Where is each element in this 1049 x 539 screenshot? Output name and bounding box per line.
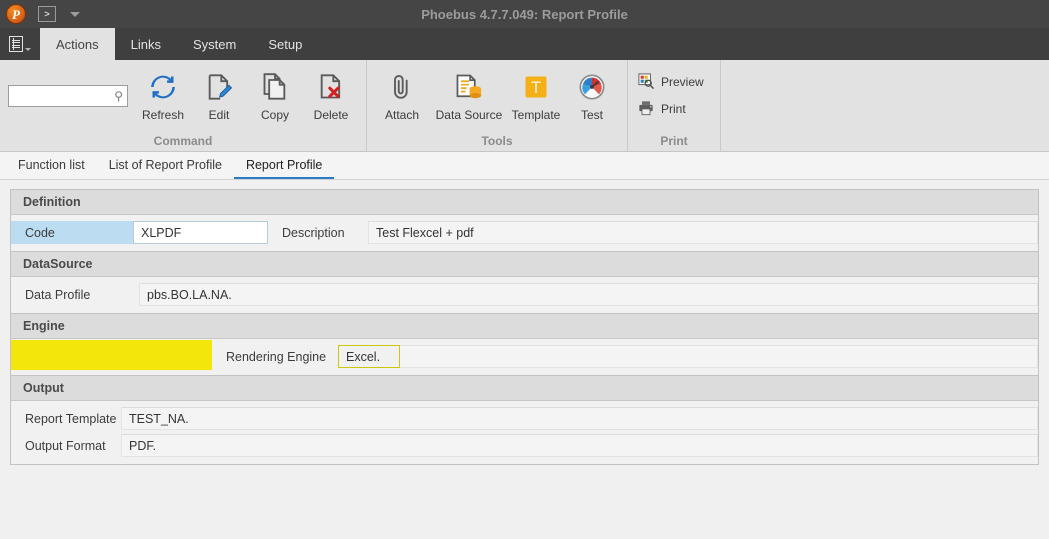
tab-function-list[interactable]: Function list — [6, 152, 97, 179]
data-source-button[interactable]: Data Source — [431, 69, 507, 122]
template-label: Template — [511, 108, 561, 122]
chevron-down-icon — [25, 48, 31, 51]
menu-item-links[interactable]: Links — [115, 28, 177, 60]
search-icon: ⚲ — [114, 88, 123, 103]
ribbon-group-print-label: Print — [660, 134, 688, 148]
section-output-title: Output — [11, 376, 1038, 401]
data-source-label: Data Source — [435, 108, 503, 122]
attach-button[interactable]: Attach — [375, 69, 429, 122]
document-menu-button[interactable] — [0, 28, 40, 60]
copy-label: Copy — [260, 108, 289, 122]
print-button[interactable]: Print — [638, 100, 710, 119]
report-template-label: Report Template — [25, 411, 117, 426]
field-row-data-profile: Data Profile pbs.BO.LA.NA. — [11, 281, 1038, 308]
report-template-input[interactable]: TEST_NA. — [121, 407, 1038, 430]
field-row-rendering-engine: Rendering Engine Excel. — [11, 339, 1038, 370]
field-row-output-format: Output Format PDF. — [11, 432, 1038, 459]
test-icon — [578, 71, 606, 103]
template-icon: T — [522, 71, 550, 103]
ribbon-toolbar: ⚲ Refresh Edit Copy Delete Command Attac… — [0, 60, 1049, 152]
form-area: Definition Code XLPDF Description Test F… — [0, 180, 1049, 529]
window-title: Phoebus 4.7.7.049: Report Profile — [421, 6, 628, 22]
section-definition: Definition Code XLPDF Description Test F… — [10, 189, 1039, 251]
svg-text:T: T — [531, 79, 541, 97]
refresh-label: Refresh — [141, 108, 185, 122]
delete-button[interactable]: Delete — [304, 69, 358, 122]
edit-icon — [205, 71, 233, 103]
preview-label: Preview — [661, 75, 704, 89]
edit-label: Edit — [208, 108, 230, 122]
highlight-annotation-engine — [11, 339, 212, 370]
app-logo-icon: P — [6, 4, 26, 24]
template-button[interactable]: T Template — [509, 69, 563, 122]
code-label: Code — [11, 221, 133, 244]
ribbon-filler — [721, 60, 1049, 151]
print-label: Print — [661, 102, 686, 116]
section-datasource: DataSource Data Profile pbs.BO.LA.NA. — [10, 251, 1039, 313]
print-icon — [638, 100, 654, 119]
refresh-button[interactable]: Refresh — [136, 69, 190, 122]
rendering-engine-input[interactable]: Excel. — [338, 345, 400, 368]
tab-list-of-report-profile[interactable]: List of Report Profile — [97, 152, 234, 179]
tab-strip: Function list List of Report Profile Rep… — [0, 152, 1049, 180]
section-definition-title: Definition — [11, 190, 1038, 215]
preview-button[interactable]: Preview — [638, 72, 710, 92]
ribbon-group-tools-label: Tools — [481, 134, 513, 148]
output-format-label: Output Format — [25, 438, 106, 453]
code-input[interactable]: XLPDF — [133, 221, 268, 244]
tab-report-profile[interactable]: Report Profile — [233, 152, 335, 179]
copy-icon — [261, 71, 289, 103]
ribbon-group-command-label: Command — [153, 134, 213, 148]
copy-button[interactable]: Copy — [248, 69, 302, 122]
data-source-icon — [454, 71, 484, 103]
document-list-icon — [9, 36, 23, 52]
quick-access-console-button[interactable]: > — [38, 6, 56, 22]
attach-icon — [388, 71, 416, 103]
ribbon-group-print: Preview Print Print — [628, 60, 721, 151]
description-input[interactable]: Test Flexcel + pdf — [368, 221, 1038, 244]
section-output: Output Report Template TEST_NA. Output F… — [10, 375, 1039, 465]
delete-label: Delete — [313, 108, 349, 122]
field-row-report-template: Report Template TEST_NA. — [11, 405, 1038, 432]
data-profile-input[interactable]: pbs.BO.LA.NA. — [139, 283, 1038, 306]
menu-item-system[interactable]: System — [177, 28, 252, 60]
quick-access-caret-icon[interactable] — [70, 11, 80, 17]
rendering-engine-label: Rendering Engine — [226, 349, 327, 364]
title-bar: P > Phoebus 4.7.7.049: Report Profile — [0, 0, 1049, 28]
edit-button[interactable]: Edit — [192, 69, 246, 122]
description-label: Description — [282, 225, 345, 240]
section-engine: Engine Rendering Engine Excel. — [10, 313, 1039, 375]
test-button[interactable]: Test — [565, 69, 619, 122]
ribbon-group-tools: Attach Data Source T Template Test Tools — [367, 60, 628, 151]
section-datasource-title: DataSource — [11, 252, 1038, 277]
delete-icon — [317, 71, 345, 103]
search-input-wrapper[interactable]: ⚲ — [8, 84, 128, 107]
preview-icon — [638, 72, 654, 92]
field-row-code: Code XLPDF Description Test Flexcel + pd… — [11, 219, 1038, 246]
attach-label: Attach — [384, 108, 420, 122]
refresh-icon — [149, 71, 177, 103]
section-engine-title: Engine — [11, 314, 1038, 339]
data-profile-label: Data Profile — [25, 287, 91, 302]
output-format-input[interactable]: PDF. — [121, 434, 1038, 457]
test-label: Test — [580, 108, 603, 122]
menu-item-actions[interactable]: Actions — [40, 28, 115, 60]
menu-item-setup[interactable]: Setup — [252, 28, 318, 60]
ribbon-group-command: ⚲ Refresh Edit Copy Delete Command — [0, 60, 367, 151]
rendering-engine-input-remainder[interactable] — [400, 345, 1038, 368]
menu-bar: Actions Links System Setup — [0, 28, 1049, 60]
search-input[interactable] — [13, 87, 115, 104]
